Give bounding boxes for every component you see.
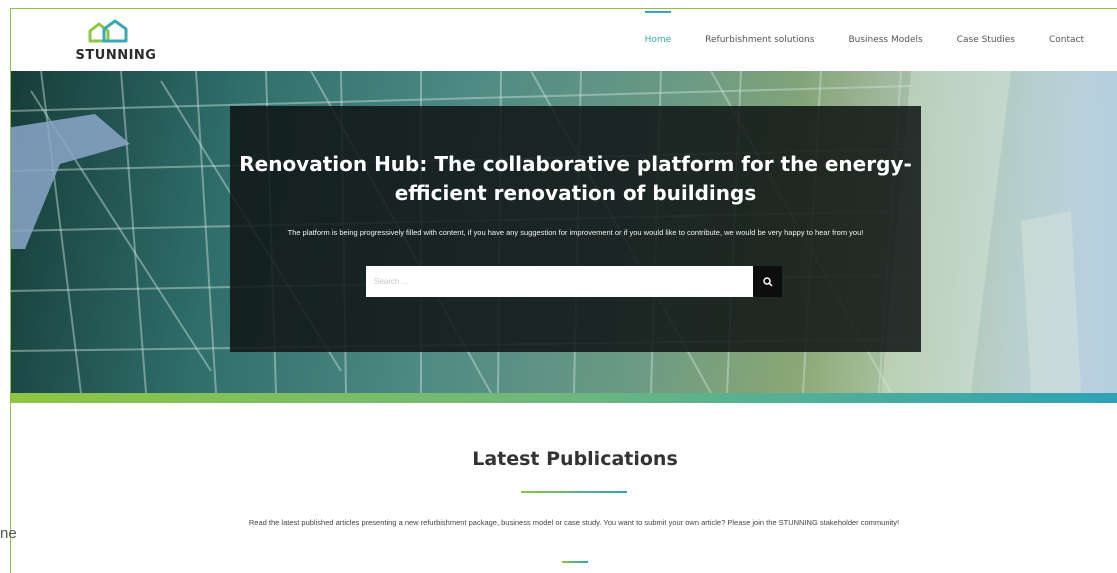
search-input[interactable]	[366, 266, 753, 297]
decorative-arrow-shape	[11, 114, 130, 249]
publications-description: Read the latest published articles prese…	[248, 518, 900, 527]
search-icon	[762, 276, 773, 287]
hero-gradient-strip	[11, 393, 1117, 403]
nav-refurbishment-solutions[interactable]: Refurbishment solutions	[705, 35, 814, 45]
publications-divider-small	[562, 561, 588, 563]
publications-title: Latest Publications	[472, 448, 678, 470]
logo-text: STUNNING	[75, 48, 157, 63]
hero-subtitle: The platform is being progressively fill…	[287, 228, 864, 237]
house-logo-icon	[88, 19, 128, 43]
hero-overlay-box: Renovation Hub: The collaborative platfo…	[230, 106, 921, 352]
nav-case-studies[interactable]: Case Studies	[957, 35, 1015, 45]
publications-divider	[521, 491, 627, 493]
site-header: STUNNING Home Refurbishment solutions Bu…	[11, 9, 1117, 71]
hero-title: Renovation Hub: The collaborative platfo…	[239, 152, 912, 205]
stunning-logo[interactable]: STUNNING	[66, 19, 166, 65]
nav-home[interactable]: Home	[644, 11, 671, 45]
main-nav: Home Refurbishment solutions Business Mo…	[644, 9, 1084, 71]
cropped-side-text: ne	[0, 525, 17, 542]
nav-business-models[interactable]: Business Models	[848, 35, 922, 45]
nav-contact[interactable]: Contact	[1049, 35, 1084, 45]
hero-banner: Renovation Hub: The collaborative platfo…	[11, 71, 1117, 393]
search-button[interactable]	[753, 266, 782, 297]
